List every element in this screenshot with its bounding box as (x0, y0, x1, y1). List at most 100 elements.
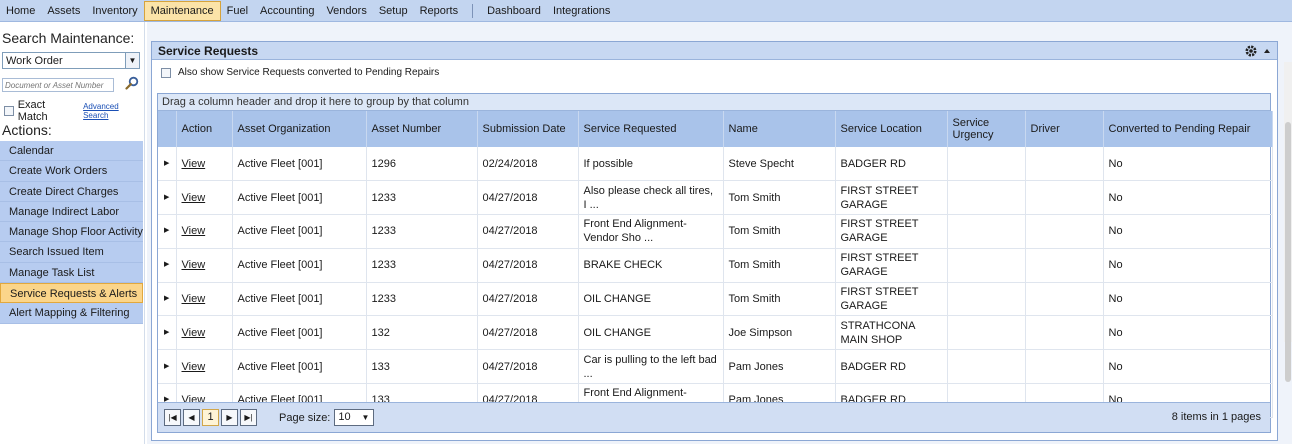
cell-asset: 133 (366, 349, 478, 385)
page-scrollbar-thumb[interactable] (1285, 122, 1291, 382)
exact-match-row: Exact Match Advanced Search (4, 99, 144, 123)
last-page-button[interactable]: ▶| (240, 409, 257, 426)
view-link[interactable]: View (182, 293, 206, 305)
nav-dashboard[interactable]: Dashboard (481, 1, 547, 21)
table-row[interactable]: ▶ View Active Fleet [001] 1233 04/27/2018 OIL… (158, 282, 1273, 317)
page-size-label: Page size: (279, 411, 331, 424)
cell-location: FIRST STREET GARAGE (835, 214, 948, 249)
action-create-direct-charges[interactable]: Create Direct Charges (0, 182, 143, 202)
view-link[interactable]: View (182, 192, 206, 204)
next-page-button[interactable]: ▶ (221, 409, 238, 426)
search-icon[interactable] (125, 76, 139, 90)
cell-driver (1025, 180, 1104, 216)
nav-vendors[interactable]: Vendors (320, 1, 372, 21)
action-manage-indirect-labor[interactable]: Manage Indirect Labor (0, 202, 143, 223)
table-row[interactable]: ▶ View Active Fleet [001] 1233 04/27/2018 Fro… (158, 214, 1273, 249)
first-page-button[interactable]: |◀ (164, 409, 181, 426)
nav-assets[interactable]: Assets (41, 1, 86, 21)
advanced-search-link[interactable]: Advanced Search (83, 102, 144, 120)
expand-row-icon[interactable]: ▶ (158, 282, 177, 317)
column-header-service-urgency[interactable]: Service Urgency (947, 111, 1026, 147)
column-header-asset-organization[interactable]: Asset Organization (232, 111, 367, 147)
show-converted-checkbox[interactable] (161, 67, 171, 78)
page-scrollbar[interactable] (1284, 62, 1292, 382)
expand-row-icon[interactable]: ▶ (158, 349, 177, 385)
nav-inventory[interactable]: Inventory (86, 1, 143, 21)
table-row[interactable]: ▶ View Active Fleet [001] 133 04/27/2018 Car … (158, 349, 1273, 385)
nav-setup[interactable]: Setup (373, 1, 414, 21)
document-search-input[interactable] (2, 78, 114, 92)
action-calendar[interactable]: Calendar (0, 141, 143, 162)
action-alert-mapping-filtering[interactable]: Alert Mapping & Filtering (0, 303, 143, 324)
table-row[interactable]: ▶ View Active Fleet [001] 1233 04/27/2018 BRA… (158, 248, 1273, 283)
cell-location: FIRST STREET GARAGE (835, 282, 948, 317)
nav-accounting[interactable]: Accounting (254, 1, 320, 21)
cell-name: Tom Smith (723, 282, 836, 317)
cell-asset: 1233 (366, 248, 478, 283)
grid-table: Action Asset Organization Asset Number Subm… (158, 111, 1273, 418)
cell-converted: No (1103, 147, 1273, 182)
cell-org: Active Fleet [001] (232, 214, 367, 249)
exact-match-checkbox[interactable] (4, 106, 14, 116)
search-title: Search Maintenance: (2, 30, 135, 46)
cell-driver (1025, 214, 1104, 249)
page-size-value: 10 (338, 411, 351, 423)
top-nav-secondary: Dashboard Integrations (481, 1, 616, 21)
page-size-select[interactable]: 10 ▼ (334, 409, 375, 426)
cell-action: View (176, 248, 233, 283)
expand-column-header (158, 111, 177, 147)
column-header-action[interactable]: Action (176, 111, 233, 147)
column-header-asset-number[interactable]: Asset Number (366, 111, 478, 147)
column-header-submission-date[interactable]: Submission Date (477, 111, 579, 147)
cell-name: Tom Smith (723, 180, 836, 216)
table-row[interactable]: ▶ View Active Fleet [001] 1233 04/27/2018 Als… (158, 180, 1273, 216)
gear-icon[interactable] (1245, 45, 1257, 57)
collapse-icon[interactable] (1263, 48, 1271, 54)
cell-org: Active Fleet [001] (232, 282, 367, 317)
cell-name: Tom Smith (723, 214, 836, 249)
nav-maintenance[interactable]: Maintenance (143, 0, 221, 21)
column-header-service-requested[interactable]: Service Requested (578, 111, 724, 147)
cell-action: View (176, 147, 233, 182)
expand-row-icon[interactable]: ▶ (158, 315, 177, 351)
view-link[interactable]: View (182, 259, 206, 271)
search-type-select[interactable]: Work Order ▼ (2, 52, 140, 69)
cell-service: Car is pulling to the left bad ... (578, 349, 724, 385)
nav-reports[interactable]: Reports (414, 1, 465, 21)
column-header-driver[interactable]: Driver (1025, 111, 1104, 147)
expand-row-icon[interactable]: ▶ (158, 180, 177, 216)
expand-row-icon[interactable]: ▶ (158, 147, 177, 182)
table-row[interactable]: ▶ View Active Fleet [001] 132 04/27/2018 OIL … (158, 315, 1273, 351)
cell-urgency (947, 214, 1026, 249)
page-number-button[interactable]: 1 (202, 409, 219, 426)
view-link[interactable]: View (182, 225, 206, 237)
expand-row-icon[interactable]: ▶ (158, 214, 177, 249)
panel-title: Service Requests (158, 43, 259, 58)
expand-row-icon[interactable]: ▶ (158, 248, 177, 283)
action-manage-task-list[interactable]: Manage Task List (0, 263, 143, 284)
view-link[interactable]: View (182, 158, 206, 170)
cell-driver (1025, 282, 1104, 317)
column-header-converted-to-pending-repair[interactable]: Converted to Pending Repair (1103, 111, 1273, 147)
group-by-panel[interactable]: Drag a column header and drop it here to… (158, 94, 1270, 111)
chevron-down-icon[interactable]: ▼ (125, 53, 139, 68)
column-header-service-location[interactable]: Service Location (835, 111, 948, 147)
nav-fuel[interactable]: Fuel (221, 1, 254, 21)
cell-date: 04/27/2018 (477, 315, 579, 351)
view-link[interactable]: View (182, 361, 206, 373)
cell-service: Front End Alignment-Vendor Sho ... (578, 214, 724, 249)
column-header-name[interactable]: Name (723, 111, 836, 147)
cell-date: 04/27/2018 (477, 248, 579, 283)
table-row[interactable]: ▶ View Active Fleet [001] 1296 02/24/2018 If … (158, 147, 1273, 182)
action-search-issued-item[interactable]: Search Issued Item (0, 242, 143, 263)
nav-home[interactable]: Home (0, 1, 41, 21)
nav-integrations[interactable]: Integrations (547, 1, 616, 21)
action-manage-shop-floor-activity[interactable]: Manage Shop Floor Activity (0, 222, 143, 243)
prev-page-button[interactable]: ◀ (183, 409, 200, 426)
cell-driver (1025, 315, 1104, 351)
action-create-work-orders[interactable]: Create Work Orders (0, 161, 143, 182)
action-service-requests-alerts[interactable]: Service Requests & Alerts (0, 283, 143, 304)
cell-date: 04/27/2018 (477, 180, 579, 216)
view-link[interactable]: View (182, 327, 206, 339)
cell-name: Steve Specht (723, 147, 836, 182)
